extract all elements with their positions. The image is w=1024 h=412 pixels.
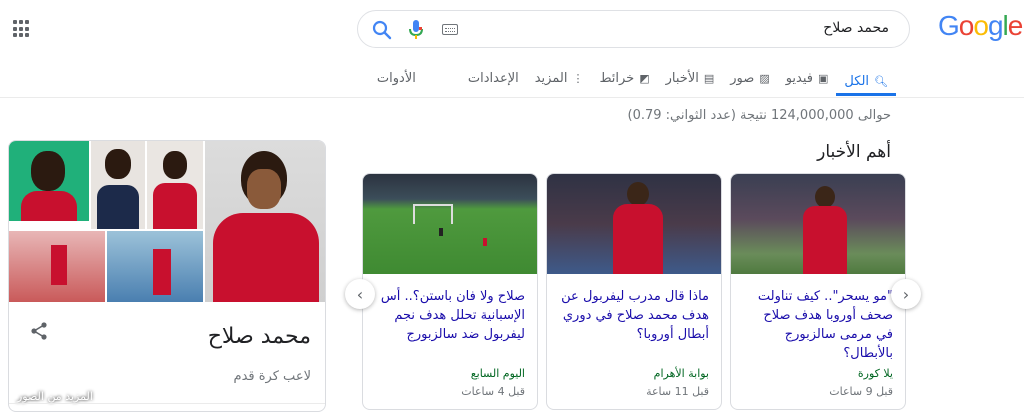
kp-title: محمد صلاح <box>207 324 311 349</box>
tab-label: الإعدادات <box>467 70 519 86</box>
news-source: بوابة الأهرام <box>653 367 709 380</box>
chevron-left-icon: ‹ <box>356 284 364 304</box>
result-stats: حوالى 124,000,000 نتيجة (عدد الثواني: 0.… <box>627 108 892 123</box>
carousel-prev-button[interactable]: ‹ <box>345 279 375 309</box>
kp-subtitle: لاعب كرة قدم <box>233 369 311 384</box>
mic-icon[interactable] <box>408 19 424 41</box>
news-time: قبل 11 ساعة <box>646 385 709 398</box>
image-icon: ▨ <box>759 71 770 85</box>
kp-image[interactable] <box>147 141 203 229</box>
news-icon: ▤ <box>703 71 715 85</box>
news-card[interactable]: "مو يسحر".. كيف تناولت صحف أوروبا هدف صل… <box>730 173 906 410</box>
tab-label: خرائط <box>599 70 635 86</box>
tab-more[interactable]: ⋮ المزيد <box>527 65 592 91</box>
tab-label: الكل <box>844 73 870 89</box>
header-divider <box>0 97 1024 98</box>
news-source: اليوم السابع <box>470 367 525 380</box>
news-source: يلا كورة <box>857 367 893 380</box>
news-card[interactable]: صلاح ولا فان باستن؟.. أس الإسبانية تحلل … <box>362 173 538 410</box>
search-box[interactable]: محمد صلاح <box>357 10 910 48</box>
tab-news[interactable]: ▤ الأخبار <box>658 65 723 91</box>
news-thumbnail <box>363 174 537 274</box>
kp-image[interactable] <box>107 231 203 302</box>
tab-all[interactable]: 🔍︎ الكل <box>836 65 896 96</box>
share-icon[interactable] <box>29 321 49 341</box>
search-input[interactable]: محمد صلاح <box>823 20 889 36</box>
tab-settings[interactable]: الإعدادات <box>460 65 527 91</box>
keyboard-icon[interactable] <box>442 24 458 35</box>
tab-label: صور <box>730 70 755 86</box>
news-thumbnail <box>731 174 905 274</box>
knowledge-panel: المزيد من الصور محمد صلاح لاعب كرة قدم <box>8 140 326 412</box>
google-logo[interactable]: Google <box>938 10 1023 46</box>
tab-video[interactable]: ▣ فيديو <box>778 65 837 91</box>
tab-label: الأدوات <box>376 70 416 86</box>
tab-tools[interactable]: الأدوات <box>369 65 424 91</box>
map-icon: ◩ <box>639 71 650 85</box>
news-time: قبل 4 ساعات <box>461 385 525 398</box>
more-images-link[interactable]: المزيد من الصور <box>17 390 93 403</box>
tab-maps[interactable]: ◩ خرائط <box>591 65 657 91</box>
news-thumbnail <box>547 174 721 274</box>
kp-image[interactable] <box>9 141 89 221</box>
news-headline[interactable]: "مو يسحر".. كيف تناولت صحف أوروبا هدف صل… <box>731 274 905 362</box>
top-stories-heading: أهم الأخبار <box>817 142 891 162</box>
news-headline[interactable]: ماذا قال مدرب ليفربول عن هدف محمد صلاح ف… <box>547 274 721 362</box>
search-icon: 🔍︎ <box>874 74 888 88</box>
news-time: قبل 9 ساعات <box>829 385 893 398</box>
search-tabs: 🔍︎ الكل ▣ فيديو ▨ صور ▤ الأخبار ◩ خرائط … <box>359 65 896 96</box>
kp-image[interactable] <box>9 231 105 302</box>
tab-label: فيديو <box>785 70 814 86</box>
tab-label: المزيد <box>534 70 568 86</box>
video-icon: ▣ <box>818 71 829 85</box>
kp-divider <box>9 403 325 404</box>
apps-icon[interactable] <box>13 20 31 38</box>
search-icon[interactable] <box>370 18 394 42</box>
news-headline[interactable]: صلاح ولا فان باستن؟.. أس الإسبانية تحلل … <box>363 274 537 362</box>
tab-images[interactable]: ▨ صور <box>722 65 777 91</box>
tab-label: الأخبار <box>665 70 699 86</box>
chevron-right-icon: › <box>902 284 910 304</box>
more-vert-icon: ⋮ <box>572 71 584 85</box>
kp-main-image[interactable] <box>205 141 325 302</box>
carousel-next-button[interactable]: › <box>891 279 921 309</box>
news-card[interactable]: ماذا قال مدرب ليفربول عن هدف محمد صلاح ف… <box>546 173 722 410</box>
kp-image[interactable] <box>91 141 145 229</box>
